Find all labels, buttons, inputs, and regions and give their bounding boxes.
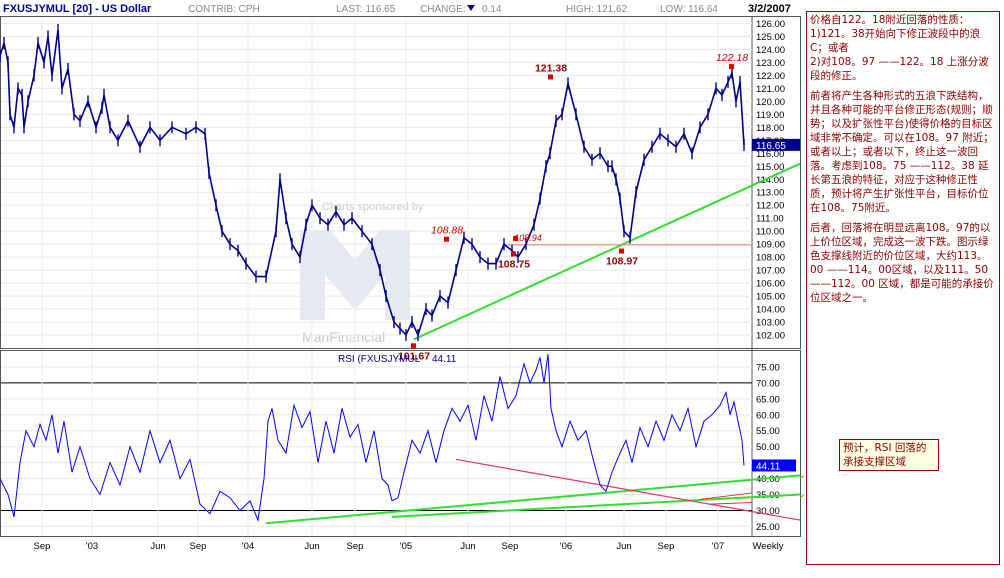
- rsi-title: RSI (FXUSJYMUL: [338, 354, 421, 365]
- price-tick-label: 124.00: [756, 45, 785, 56]
- change-label: CHANGE:: [420, 4, 466, 15]
- watermark-top: Charts sponsored by: [322, 201, 424, 213]
- pivot-label: 108.88: [431, 225, 463, 237]
- price-tick-label: 107.00: [756, 266, 785, 277]
- x-tick-label: Sep: [347, 541, 364, 552]
- down-arrow-icon: [467, 5, 475, 11]
- rsi-tick-label: 25.00: [756, 522, 780, 533]
- price-tick-label: 115.00: [756, 162, 784, 173]
- rsi-tick-label: 60.00: [756, 410, 780, 421]
- rsi-callout-note: 预计，RSI 回落的承接支撑区域: [839, 439, 939, 471]
- pivot-marker: [548, 74, 553, 80]
- price-tick-label: 105.00: [756, 292, 785, 303]
- note-paragraph-2: 前者将产生各种形式的五浪下跌结构，并且各种可能的平台修正形态(规则；顺势；以及扩…: [810, 90, 994, 214]
- date-label: 3/2/2007: [748, 3, 791, 15]
- x-tick-label: '04: [242, 541, 254, 552]
- pivot-marker: [619, 248, 624, 254]
- pivot-label: 108.75: [498, 258, 530, 270]
- price-tick-label: 112.00: [756, 201, 784, 212]
- x-tick-label: Jun: [460, 541, 475, 552]
- pivot-label: 108.97: [606, 256, 638, 268]
- price-tick-label: 120.00: [756, 97, 785, 108]
- x-tick-label: Weekly: [753, 541, 784, 552]
- price-tick-label: 121.00: [756, 84, 785, 95]
- rsi-tick-label: 75.00: [756, 362, 780, 373]
- contrib-label: CONTRIB: CPH: [188, 4, 260, 15]
- x-tick-label: Sep: [502, 541, 519, 552]
- pivot-label: 121.38: [535, 62, 567, 74]
- x-tick-label: '06: [560, 541, 572, 552]
- x-tick-label: '07: [712, 541, 724, 552]
- price-tick-label: 109.00: [756, 240, 785, 251]
- x-tick-label: Jun: [616, 541, 631, 552]
- price-tick-label: 113.00: [756, 188, 784, 199]
- pivot-marker: [511, 251, 516, 257]
- x-tick-label: Jun: [304, 541, 319, 552]
- rsi-tick-label: 65.00: [756, 394, 780, 405]
- rsi-last-value: 44.11: [432, 354, 457, 365]
- price-tick-label: 111.00: [756, 214, 784, 225]
- price-y-axis: 102.00 103.00 104.00 105.00 106.00 107.00 108.…: [756, 19, 785, 342]
- rsi-callout-text: 预计，RSI 回落的承接支撑区域: [843, 442, 927, 468]
- price-tick-label: 106.00: [756, 279, 785, 290]
- pivot-label: 122.18: [716, 52, 748, 64]
- price-tick-label: 125.00: [756, 32, 785, 43]
- x-tick-label: '03: [86, 541, 98, 552]
- analysis-note: 价格自122。18附近回落的性质： 1)121。38开始向下修正波段中的浪C；或…: [806, 11, 1000, 565]
- rsi-tick-label: 70.00: [756, 378, 780, 389]
- rsi-y-axis: 25.0030.0035.0040.0045.0050.0055.0060.00…: [756, 362, 780, 532]
- note-paragraph-1: 价格自122。18附近回落的性质： 1)121。38开始向下修正波段中的浪C；或…: [810, 14, 989, 82]
- watermark-bottom: ManFinancial: [302, 329, 385, 345]
- price-tick-label: 122.00: [756, 71, 785, 82]
- rsi-tick-label: 55.00: [756, 426, 780, 437]
- chart-canvas: FXUSJYMUL [20] - US Dollar CONTRIB: CPH …: [0, 3, 804, 552]
- price-tick-label: 108.00: [756, 253, 785, 264]
- price-tick-label: 110.00: [756, 227, 784, 238]
- pivot-marker: [729, 64, 734, 70]
- price-tick-label: 123.00: [756, 58, 785, 69]
- pivot-marker: [444, 236, 449, 242]
- x-tick-label: Jun: [150, 541, 165, 552]
- symbol-title: FXUSJYMUL [20] - US Dollar: [3, 3, 152, 15]
- x-tick-label: Sep: [34, 541, 51, 552]
- rsi-current-label: 44.11: [756, 461, 781, 472]
- price-tick-label: 103.00: [756, 318, 785, 329]
- rsi-panel: [0, 350, 801, 537]
- price-tick-label: 118.00: [756, 123, 784, 134]
- last-label: LAST: 116.65: [336, 4, 396, 15]
- x-axis: Sep '03 Jun Sep '04 Jun Sep '05 Jun Sep '06 Jun Sep '…: [34, 541, 784, 552]
- x-tick-label: '05: [400, 541, 412, 552]
- price-tick-label: 102.00: [756, 331, 785, 342]
- x-tick-label: Sep: [658, 541, 675, 552]
- pivot-label: 108.94: [514, 233, 542, 243]
- price-tick-label: 104.00: [756, 305, 785, 316]
- low-label: LOW: 116.64: [660, 4, 718, 15]
- x-tick-label: Sep: [190, 541, 207, 552]
- change-value: 0.14: [482, 4, 502, 15]
- pivot-marker: [411, 343, 416, 349]
- high-label: HIGH: 121.62: [566, 4, 628, 15]
- rsi-tick-label: 50.00: [756, 442, 780, 453]
- price-tick-label: 119.00: [756, 110, 784, 121]
- note-paragraph-3: 后者，回落将在明显远离108。97的以上价位区域，完成这一波下跌。图示绿色支撑线…: [810, 222, 994, 304]
- current-price-label: 116.65: [756, 141, 786, 152]
- price-tick-label: 126.00: [756, 19, 785, 30]
